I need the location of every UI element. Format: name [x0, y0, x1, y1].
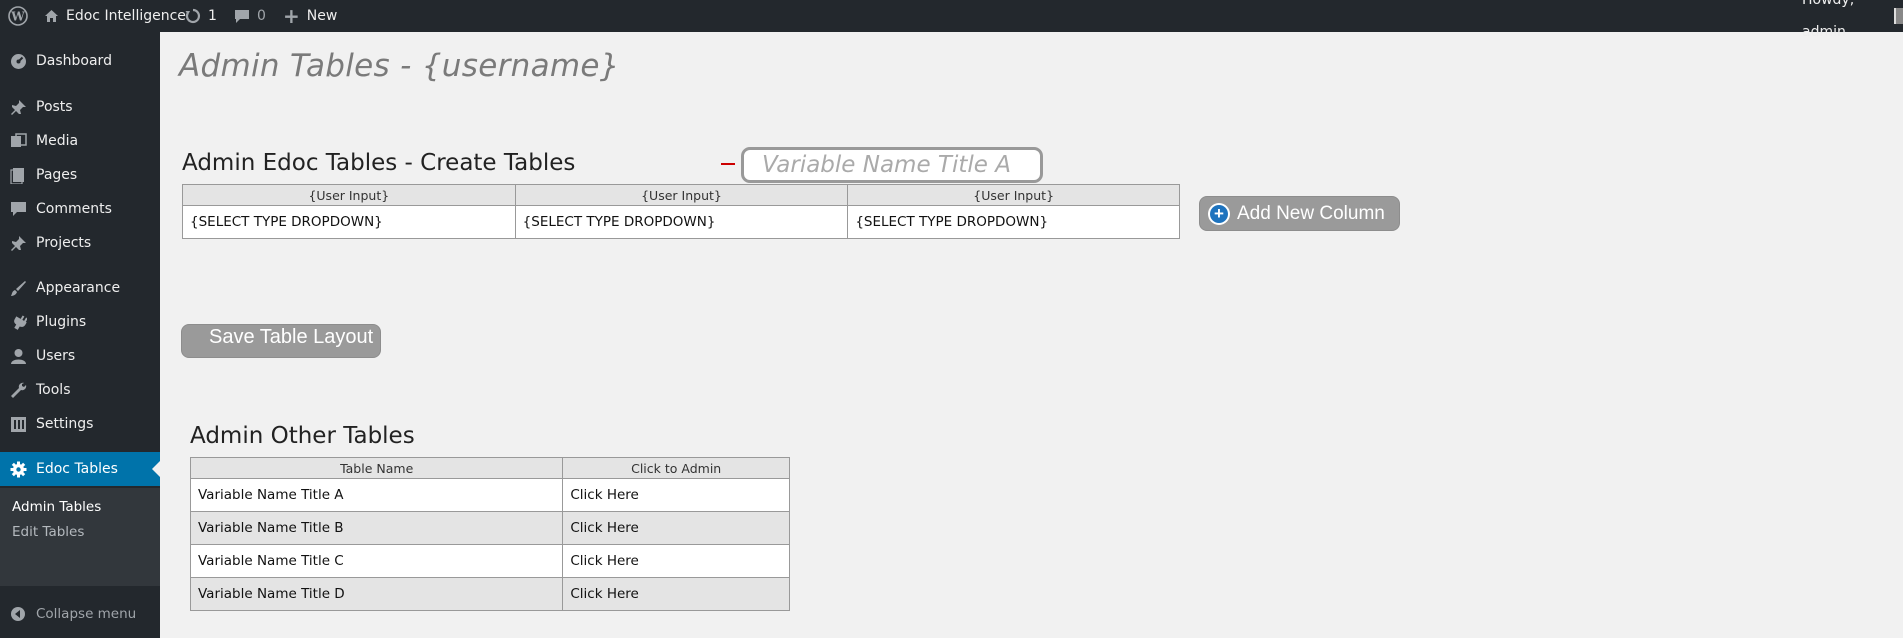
- collapse-icon: [0, 606, 36, 622]
- updates-icon: [185, 8, 201, 24]
- table-name-cell: Variable Name Title A: [189, 478, 564, 512]
- gear-icon: [0, 461, 36, 478]
- collapse-menu-button[interactable]: Collapse menu: [0, 602, 160, 626]
- collapse-label: Collapse menu: [36, 606, 137, 622]
- sidebar-item-settings[interactable]: Settings: [0, 407, 160, 441]
- table-row: Variable Name Title D Click Here: [189, 577, 790, 611]
- table-row: Variable Name Title B Click Here: [189, 511, 790, 545]
- wrench-icon: [0, 382, 36, 399]
- site-name: Edoc Intelligence: [66, 8, 186, 24]
- save-table-layout-button[interactable]: Save Table Layout: [181, 324, 381, 358]
- pages-icon: [0, 167, 36, 184]
- title-dash: [721, 163, 735, 165]
- comment-icon: [0, 201, 36, 217]
- admin-link[interactable]: Click Here: [562, 544, 790, 578]
- table-name-cell: Variable Name Title D: [189, 577, 564, 611]
- avatar: [1894, 8, 1903, 24]
- sidebar-item-label: Tools: [36, 382, 71, 398]
- column-type-dropdown[interactable]: {SELECT TYPE DROPDOWN}: [182, 205, 516, 239]
- sidebar-item-label: Plugins: [36, 314, 87, 330]
- column-type-dropdown[interactable]: {SELECT TYPE DROPDOWN}: [847, 205, 1180, 239]
- column-header-input[interactable]: {User Input}: [847, 184, 1180, 206]
- sidebar-item-label: Appearance: [36, 280, 121, 296]
- pin-icon: [0, 235, 36, 252]
- sidebar-item-dashboard[interactable]: Dashboard: [0, 44, 160, 78]
- add-icon: +: [1208, 202, 1230, 225]
- dashboard-icon: [0, 53, 36, 70]
- sidebar-item-appearance[interactable]: Appearance: [0, 271, 160, 305]
- table-name-cell: Variable Name Title B: [189, 511, 564, 545]
- user-icon: [0, 348, 36, 365]
- wordpress-icon: W: [8, 6, 28, 26]
- column-type-dropdown[interactable]: {SELECT TYPE DROPDOWN}: [514, 205, 849, 239]
- new-content-link[interactable]: + New: [283, 0, 337, 32]
- admin-bar: W Edoc Intelligence 1 0 + New Howdy, adm…: [0, 0, 1903, 40]
- sidebar-item-label: Pages: [36, 167, 78, 183]
- main-content: Admin Tables - {username} Admin Edoc Tab…: [160, 32, 1903, 638]
- table-row: Variable Name Title C Click Here: [189, 544, 790, 578]
- sidebar-item-label: Comments: [36, 201, 112, 217]
- add-new-column-button[interactable]: + Add New Column: [1199, 196, 1400, 231]
- account-menu[interactable]: Howdy, admin: [1802, 0, 1903, 40]
- sidebar-item-label: Posts: [36, 99, 73, 115]
- sidebar-item-label: Dashboard: [36, 53, 112, 69]
- admin-link[interactable]: Click Here: [562, 577, 790, 611]
- home-icon: [44, 9, 59, 23]
- admin-link[interactable]: Click Here: [562, 478, 790, 512]
- sidebar-item-users[interactable]: Users: [0, 339, 160, 373]
- create-table: {User Input} {User Input} {User Input} {…: [182, 184, 1180, 239]
- sidebar-item-label: Edoc Tables: [36, 461, 118, 477]
- sidebar-item-plugins[interactable]: Plugins: [0, 305, 160, 339]
- sidebar-item-tools[interactable]: Tools: [0, 373, 160, 407]
- plugin-icon: [0, 314, 36, 331]
- wordpress-logo-button[interactable]: W: [8, 0, 28, 32]
- admin-link[interactable]: Click Here: [562, 511, 790, 545]
- other-tables-title: Admin Other Tables: [190, 423, 415, 449]
- sidebar-item-projects[interactable]: Projects: [0, 226, 160, 260]
- plus-icon: +: [283, 4, 300, 28]
- column-header: Table Name: [189, 457, 564, 479]
- comment-icon: [234, 9, 250, 24]
- table-row: Variable Name Title A Click Here: [189, 478, 790, 512]
- page-title: Admin Tables - {username}: [179, 48, 620, 84]
- table-name-input[interactable]: [741, 147, 1043, 183]
- updates-count: 1: [208, 8, 217, 24]
- add-column-label: Add New Column: [1237, 202, 1385, 224]
- media-icon: [0, 132, 36, 150]
- current-indicator: [152, 461, 160, 477]
- sidebar-item-pages[interactable]: Pages: [0, 158, 160, 192]
- other-tables-table: Table Name Click to Admin Variable Name …: [189, 457, 790, 611]
- submenu: Admin Tables Edit Tables: [0, 488, 160, 586]
- svg-text:W: W: [10, 10, 25, 24]
- site-name-link[interactable]: Edoc Intelligence: [44, 0, 186, 32]
- comments-link[interactable]: 0: [234, 0, 266, 32]
- sidebar-item-label: Users: [36, 348, 76, 364]
- sidebar-item-label: Projects: [36, 235, 92, 251]
- save-label: Save Table Layout: [209, 326, 374, 348]
- sidebar-item-comments[interactable]: Comments: [0, 192, 160, 226]
- submenu-item-edit-tables[interactable]: Edit Tables: [12, 524, 84, 540]
- sidebar-item-label: Media: [36, 133, 79, 149]
- comments-count: 0: [257, 8, 266, 24]
- sidebar-item-posts[interactable]: Posts: [0, 90, 160, 124]
- pin-icon: [0, 99, 36, 116]
- column-header-input[interactable]: {User Input}: [514, 184, 849, 206]
- sidebar-item-label: Settings: [36, 416, 94, 432]
- table-name-cell: Variable Name Title C: [189, 544, 564, 578]
- sidebar-item-media[interactable]: Media: [0, 124, 160, 158]
- settings-icon: [0, 416, 36, 433]
- admin-sidebar: Dashboard Posts Media Pages Comments Pro…: [0, 32, 160, 638]
- updates-link[interactable]: 1: [185, 0, 217, 32]
- column-header: Click to Admin: [562, 457, 790, 479]
- paintbrush-icon: [0, 280, 36, 297]
- create-tables-title: Admin Edoc Tables - Create Tables: [182, 150, 576, 176]
- new-label: New: [306, 8, 338, 24]
- column-header-input[interactable]: {User Input}: [182, 184, 516, 206]
- submenu-item-admin-tables[interactable]: Admin Tables: [12, 499, 101, 515]
- sidebar-item-edoc-tables[interactable]: Edoc Tables: [0, 452, 160, 486]
